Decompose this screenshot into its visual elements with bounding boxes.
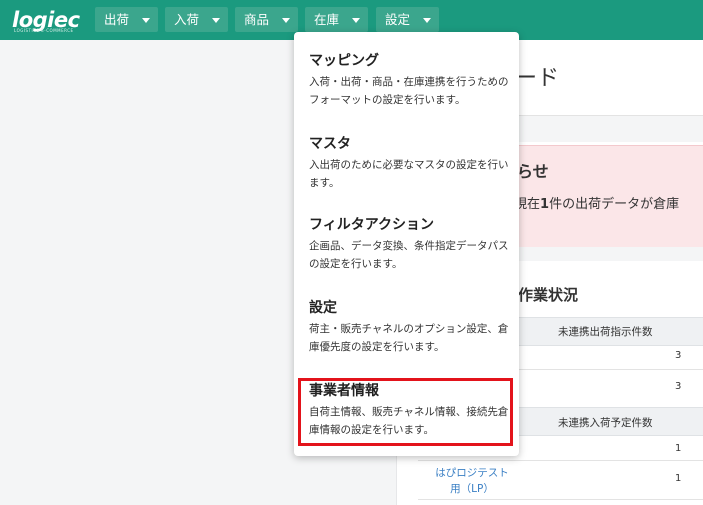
notice-text: 現在1件の出荷データが倉庫 xyxy=(514,197,680,212)
chevron-down-icon xyxy=(282,18,290,23)
menu-item-description: 企画品、データ変換、条件指定データパスの設定を行います。 xyxy=(309,240,509,270)
nav-products-button[interactable]: 商品 xyxy=(235,7,298,32)
nav-products-label: 商品 xyxy=(244,12,270,27)
menu-item-mapping[interactable]: マッピング 入荷・出荷・商品・在庫連携を行うための フォーマットの設定を行います… xyxy=(309,52,514,109)
nav-receiving-label: 入荷 xyxy=(174,12,200,27)
page-title: ード xyxy=(515,66,560,91)
notice-title: らせ xyxy=(517,162,549,181)
status-section-title: 作業状況 xyxy=(518,286,579,304)
table-cell-count: 1 xyxy=(675,443,682,454)
table-cell-count: 3 xyxy=(675,381,682,392)
table-cell-count: 3 xyxy=(675,350,682,361)
menu-item-title: マッピング xyxy=(309,53,379,69)
chevron-down-icon xyxy=(352,18,360,23)
chevron-down-icon xyxy=(423,18,431,23)
nav-settings-label: 設定 xyxy=(385,12,411,27)
menu-item-title: 設定 xyxy=(309,300,337,316)
row-divider xyxy=(418,499,703,500)
nav-shipping-label: 出荷 xyxy=(104,12,130,27)
highlight-annotation xyxy=(298,378,513,446)
row-divider xyxy=(418,460,703,461)
menu-item-filter-action[interactable]: フィルタアクション 企画品、データ変換、条件指定データパスの設定を行います。 xyxy=(309,216,514,273)
nav-inventory-label: 在庫 xyxy=(314,12,340,27)
chevron-down-icon xyxy=(212,18,220,23)
menu-item-title: フィルタアクション xyxy=(309,217,435,233)
nav-inventory-button[interactable]: 在庫 xyxy=(305,7,368,32)
nav-shipping-button[interactable]: 出荷 xyxy=(95,7,158,32)
table-header-cell: 未連携出荷指示件数 xyxy=(558,326,653,338)
table-header-cell: 未連携入荷予定件数 xyxy=(558,417,653,429)
menu-item-title: マスタ xyxy=(309,136,351,152)
menu-item-description: 荷主・販売チャネルのオプション設定、倉庫優先度の設定を行います。 xyxy=(309,323,509,353)
nav-settings-button[interactable]: 設定 xyxy=(376,7,439,32)
logo-subtitle: LOGISTICS E-COMMERCE xyxy=(14,28,74,33)
menu-item-description: 入出荷のために必要なマスタの設定を行います。 xyxy=(309,159,509,189)
table-cell-count: 1 xyxy=(675,473,682,484)
menu-item-description: 入荷・出荷・商品・在庫連携を行うための フォーマットの設定を行います。 xyxy=(309,76,509,106)
chevron-down-icon xyxy=(142,18,150,23)
menu-item-settings[interactable]: 設定 荷主・販売チャネルのオプション設定、倉庫優先度の設定を行います。 xyxy=(309,299,514,356)
nav-receiving-button[interactable]: 入荷 xyxy=(165,7,228,32)
menu-item-master[interactable]: マスタ 入出荷のために必要なマスタの設定を行います。 xyxy=(309,135,514,192)
shipper-link[interactable]: はぴロジテスト用（LP） xyxy=(431,465,513,497)
